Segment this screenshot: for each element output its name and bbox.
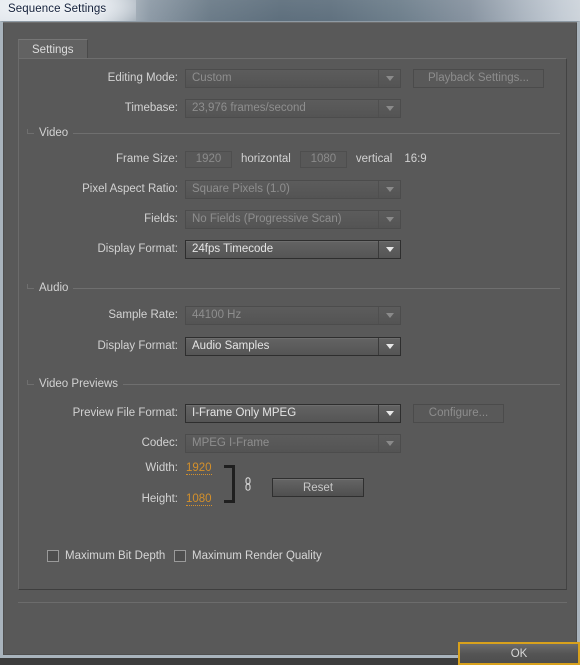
codec-value: MPEG I-Frame <box>192 437 270 449</box>
preview-height-value[interactable]: 1080 <box>186 493 212 506</box>
audio-display-format-label: Display Format: <box>97 340 178 352</box>
window-titlebar[interactable]: Sequence Settings <box>0 0 580 21</box>
editing-mode-dropdown[interactable]: Custom <box>185 68 401 88</box>
dimension-link-bracket <box>224 465 235 503</box>
video-display-format-label: Display Format: <box>97 243 178 255</box>
audio-group-title: Audio <box>34 281 74 295</box>
chevron-down-icon <box>378 69 400 87</box>
video-display-format-value: 24fps Timecode <box>192 243 274 255</box>
codec-dropdown[interactable]: MPEG I-Frame <box>185 433 401 453</box>
video-group-title: Video <box>34 126 74 140</box>
playback-settings-button[interactable]: Playback Settings... <box>413 68 544 88</box>
pixel-aspect-ratio-row: Pixel Aspect Ratio: Square Pixels (1.0) <box>19 178 568 200</box>
preview-file-format-row: Preview File Format: I-Frame Only MPEG C… <box>19 402 568 424</box>
dialog-body: Settings Editing Mode: Custom Playback S… <box>3 22 580 665</box>
sample-rate-label: Sample Rate: <box>108 309 178 321</box>
fields-row: Fields: No Fields (Progressive Scan) <box>19 208 568 230</box>
fields-dropdown[interactable]: No Fields (Progressive Scan) <box>185 209 401 229</box>
timebase-row: Timebase: 23,976 frames/second <box>19 97 568 119</box>
max-bit-depth-checkbox[interactable] <box>47 550 59 562</box>
timebase-dropdown[interactable]: 23,976 frames/second <box>185 98 401 118</box>
dialog-frame: Settings Editing Mode: Custom Playback S… <box>0 21 580 665</box>
pixel-aspect-ratio-label: Pixel Aspect Ratio: <box>82 183 178 195</box>
sample-rate-row: Sample Rate: 44100 Hz <box>19 304 568 326</box>
chevron-down-icon <box>378 99 400 117</box>
window-title: Sequence Settings <box>8 3 107 15</box>
video-display-format-dropdown[interactable]: 24fps Timecode <box>185 239 401 259</box>
preview-width-label: Width: <box>145 462 178 474</box>
codec-label: Codec: <box>141 437 178 449</box>
fields-value: No Fields (Progressive Scan) <box>192 213 342 225</box>
settings-panel: Editing Mode: Custom Playback Settings..… <box>18 58 567 590</box>
audio-display-format-value: Audio Samples <box>192 340 270 352</box>
sample-rate-dropdown[interactable]: 44100 Hz <box>185 305 401 325</box>
tab-settings[interactable]: Settings <box>18 39 88 59</box>
chevron-down-icon <box>378 306 400 324</box>
video-group-header: Video <box>27 126 560 140</box>
aspect-ratio-value: 16:9 <box>404 153 427 165</box>
preview-height-label: Height: <box>141 493 178 505</box>
ok-button[interactable]: OK <box>458 642 580 665</box>
frame-size-label: Frame Size: <box>116 153 178 165</box>
reset-button[interactable]: Reset <box>272 478 364 497</box>
audio-display-format-row: Display Format: Audio Samples <box>19 335 568 357</box>
frame-width-input[interactable]: 1920 <box>185 150 232 168</box>
preview-width-row: Width: 1920 <box>19 462 568 478</box>
max-render-quality-row[interactable]: Maximum Render Quality <box>174 548 322 564</box>
chevron-down-icon <box>378 434 400 452</box>
audio-display-format-dropdown[interactable]: Audio Samples <box>185 336 401 356</box>
max-render-quality-checkbox[interactable] <box>174 550 186 562</box>
editing-mode-value: Custom <box>192 72 232 84</box>
chevron-down-icon <box>378 337 400 355</box>
fields-label: Fields: <box>144 213 178 225</box>
pixel-aspect-ratio-dropdown[interactable]: Square Pixels (1.0) <box>185 179 401 199</box>
chevron-down-icon <box>378 210 400 228</box>
audio-group-header: Audio <box>27 281 560 295</box>
editing-mode-label: Editing Mode: <box>107 72 178 84</box>
max-bit-depth-label: Maximum Bit Depth <box>65 550 166 562</box>
frame-size-row: Frame Size: 1920 horizontal 1080 vertica… <box>19 148 568 170</box>
video-previews-group-header: Video Previews <box>27 377 560 391</box>
chevron-down-icon <box>378 240 400 258</box>
video-previews-group-title: Video Previews <box>34 377 124 391</box>
horizontal-label: horizontal <box>241 153 291 165</box>
vertical-label: vertical <box>355 153 393 165</box>
max-render-quality-label: Maximum Render Quality <box>192 550 322 562</box>
tabstrip: Settings <box>18 39 567 59</box>
video-display-format-row: Display Format: 24fps Timecode <box>19 238 568 260</box>
editing-mode-row: Editing Mode: Custom Playback Settings..… <box>19 67 568 89</box>
frame-height-input[interactable]: 1080 <box>299 150 347 168</box>
chain-link-icon[interactable] <box>243 477 253 491</box>
configure-button[interactable]: Configure... <box>413 403 504 423</box>
sample-rate-value: 44100 Hz <box>192 309 242 321</box>
chevron-down-icon <box>378 180 400 198</box>
preview-width-value[interactable]: 1920 <box>186 462 212 475</box>
pixel-aspect-ratio-value: Square Pixels (1.0) <box>192 183 290 195</box>
preview-file-format-label: Preview File Format: <box>72 407 178 419</box>
max-bit-depth-row[interactable]: Maximum Bit Depth <box>47 548 165 564</box>
codec-row: Codec: MPEG I-Frame <box>19 432 568 454</box>
timebase-value: 23,976 frames/second <box>192 102 306 114</box>
timebase-label: Timebase: <box>124 102 178 114</box>
sequence-settings-dialog: Sequence Settings Settings Editing Mode:… <box>0 0 580 665</box>
preview-file-format-dropdown[interactable]: I-Frame Only MPEG <box>185 403 401 423</box>
preview-file-format-value: I-Frame Only MPEG <box>192 407 297 419</box>
footer-divider <box>18 602 567 603</box>
chevron-down-icon <box>378 404 400 422</box>
